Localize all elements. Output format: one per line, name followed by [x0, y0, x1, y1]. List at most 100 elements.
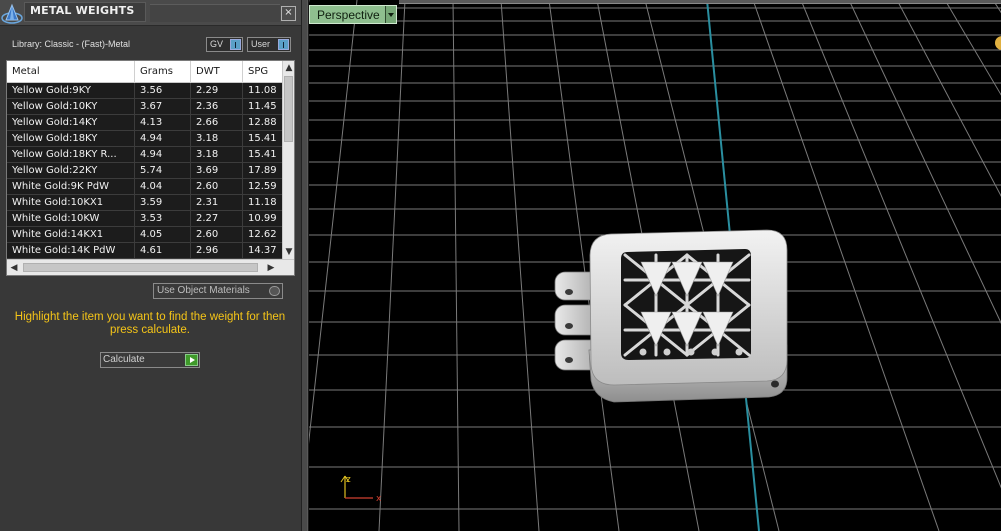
- app-logo-icon: [1, 3, 23, 24]
- cell-grams: 4.61: [135, 243, 191, 259]
- cell-dwt: 2.96: [191, 243, 243, 259]
- column-header-dwt[interactable]: DWT: [191, 61, 243, 83]
- cell-spg: 15.41: [248, 149, 277, 160]
- table-row[interactable]: Yellow Gold:9KY 3.56 2.29 11.08: [7, 83, 282, 99]
- cell-metal: Yellow Gold:18KY: [7, 131, 135, 147]
- table-row[interactable]: White Gold:14K PdW 4.61 2.96 14.37: [7, 243, 282, 259]
- cell-spg: 12.62: [248, 229, 277, 240]
- gv-library-toggle[interactable]: GV: [206, 37, 243, 52]
- metal-weights-panel: METAL WEIGHTS × Library: Classic - (Fast…: [0, 0, 301, 531]
- viewport-canvas: z x: [309, 0, 1001, 531]
- scroll-down-icon[interactable]: ▼: [283, 245, 294, 259]
- cell-grams: 3.67: [135, 99, 191, 115]
- cell-spg: 11.45: [248, 101, 277, 112]
- panel-title-tab: METAL WEIGHTS: [24, 2, 146, 22]
- cell-grams: 4.94: [135, 131, 191, 147]
- table-vertical-scrollbar[interactable]: ▲ ▼: [282, 61, 294, 259]
- metal-table: Metal Grams DWT SPG Yellow Gold:9KY 3.56…: [6, 60, 295, 276]
- play-icon: [185, 354, 198, 366]
- cell-spg: 10.99: [248, 213, 277, 224]
- close-button[interactable]: ×: [281, 6, 296, 21]
- cell-grams: 3.56: [135, 83, 191, 99]
- cell-spg: 15.41: [248, 133, 277, 144]
- cell-metal: White Gold:9K PdW: [7, 179, 135, 195]
- panel-title: METAL WEIGHTS: [30, 4, 135, 17]
- cell-dwt: 2.60: [191, 227, 243, 243]
- vertical-scroll-thumb[interactable]: [284, 76, 293, 142]
- scroll-up-icon[interactable]: ▲: [283, 61, 294, 75]
- toggle-indicator-icon: [278, 39, 289, 50]
- horizontal-scroll-thumb[interactable]: [23, 263, 258, 272]
- cell-dwt: 2.66: [191, 115, 243, 131]
- calculate-button[interactable]: Calculate: [100, 352, 200, 368]
- calculate-label: Calculate: [103, 354, 145, 365]
- cell-dwt: 3.18: [191, 147, 243, 163]
- scroll-right-icon[interactable]: ▶: [263, 260, 279, 275]
- view-mode-dropdown[interactable]: Perspective: [309, 5, 397, 24]
- cell-spg: 12.88: [248, 117, 277, 128]
- cell-grams: 3.59: [135, 195, 191, 211]
- column-header-grams[interactable]: Grams: [135, 61, 191, 83]
- table-row[interactable]: Yellow Gold:18KY R... 4.94 3.18 15.41: [7, 147, 282, 163]
- table-row[interactable]: Yellow Gold:18KY 4.94 3.18 15.41: [7, 131, 282, 147]
- view-mode-label: Perspective: [317, 8, 380, 22]
- panel-title-bar: METAL WEIGHTS ×: [0, 0, 301, 26]
- table-row[interactable]: White Gold:10KX1 3.59 2.31 11.18: [7, 195, 282, 211]
- cell-grams: 4.04: [135, 179, 191, 195]
- cell-metal: Yellow Gold:18KY R...: [7, 147, 135, 163]
- table-row[interactable]: White Gold:10KW 3.53 2.27 10.99: [7, 211, 282, 227]
- cell-metal: White Gold:10KX1: [7, 195, 135, 211]
- panel-splitter[interactable]: [301, 0, 308, 531]
- cell-grams: 5.74: [135, 163, 191, 179]
- toggle-switch-icon: [269, 286, 280, 296]
- instruction-hint: Highlight the item you want to find the …: [14, 311, 286, 336]
- table-body: Yellow Gold:9KY 3.56 2.29 11.08 Yellow G…: [7, 83, 282, 259]
- cell-grams: 4.05: [135, 227, 191, 243]
- gv-toggle-label: GV: [210, 39, 224, 49]
- column-header-metal[interactable]: Metal: [7, 61, 135, 83]
- scroll-left-icon[interactable]: ◀: [7, 260, 21, 275]
- title-bar-spacer: [150, 4, 280, 22]
- toggle-indicator-icon: [230, 39, 241, 50]
- cell-spg: 17.89: [248, 165, 277, 176]
- use-object-materials-button[interactable]: Use Object Materials: [153, 283, 283, 299]
- cell-metal: Yellow Gold:9KY: [7, 83, 135, 99]
- table-row[interactable]: Yellow Gold:14KY 4.13 2.66 12.88: [7, 115, 282, 131]
- cell-dwt: 2.60: [191, 179, 243, 195]
- cell-metal: Yellow Gold:14KY: [7, 115, 135, 131]
- axis-x-label: x: [376, 494, 382, 504]
- cell-grams: 4.13: [135, 115, 191, 131]
- cell-metal: White Gold:14K PdW: [7, 243, 135, 259]
- library-label: Library: Classic - (Fast)-Metal: [12, 39, 131, 49]
- cell-grams: 3.53: [135, 211, 191, 227]
- cell-dwt: 2.27: [191, 211, 243, 227]
- cell-spg: 14.37: [248, 245, 277, 256]
- cell-dwt: 2.31: [191, 195, 243, 211]
- table-row[interactable]: White Gold:14KX1 4.05 2.60 12.62: [7, 227, 282, 243]
- cell-grams: 4.94: [135, 147, 191, 163]
- cell-metal: Yellow Gold:22KY: [7, 163, 135, 179]
- user-toggle-label: User: [251, 39, 271, 49]
- cell-dwt: 3.18: [191, 131, 243, 147]
- user-library-toggle[interactable]: User: [247, 37, 291, 52]
- table-header: Metal Grams DWT SPG: [7, 61, 282, 83]
- cell-dwt: 2.29: [191, 83, 243, 99]
- jewelry-model[interactable]: [554, 229, 788, 403]
- table-row[interactable]: White Gold:9K PdW 4.04 2.60 12.59: [7, 179, 282, 195]
- table-row[interactable]: Yellow Gold:22KY 5.74 3.69 17.89: [7, 163, 282, 179]
- viewport-toolbar-strip: [399, 0, 1001, 4]
- cell-spg: 11.18: [248, 197, 277, 208]
- column-header-spg[interactable]: SPG: [243, 61, 282, 83]
- cell-dwt: 2.36: [191, 99, 243, 115]
- table-row[interactable]: Yellow Gold:10KY 3.67 2.36 11.45: [7, 99, 282, 115]
- 3d-viewport[interactable]: z x Perspective: [309, 0, 1001, 531]
- cell-dwt: 3.69: [191, 163, 243, 179]
- cell-metal: Yellow Gold:10KY: [7, 99, 135, 115]
- cell-metal: White Gold:14KX1: [7, 227, 135, 243]
- use-object-materials-label: Use Object Materials: [157, 285, 250, 296]
- table-horizontal-scrollbar[interactable]: ◀ ▶: [7, 259, 294, 275]
- cell-spg: 11.08: [248, 85, 277, 96]
- cell-spg: 12.59: [248, 181, 277, 192]
- axis-z-label: z: [346, 475, 351, 485]
- chevron-down-icon[interactable]: [385, 6, 396, 23]
